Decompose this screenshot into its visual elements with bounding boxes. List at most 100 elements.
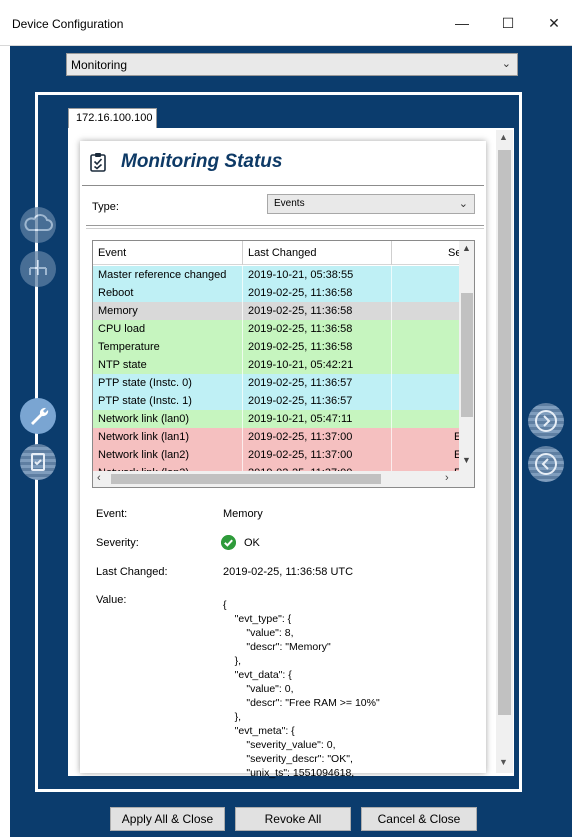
table-row[interactable]: Reboot 2019-02-25, 11:36:58 [93,284,459,302]
revoke-all-button[interactable]: Revoke All [235,807,351,831]
event-cell: Network link (lan1) [98,431,190,443]
table-row[interactable]: Network link (lan0) 2019-10-21, 05:47:11 [93,410,459,428]
network-icon[interactable] [20,251,56,287]
section-select[interactable]: Monitoring ⌄ [66,53,518,76]
cell-divider [242,410,243,428]
type-select[interactable]: Events ⌄ [267,194,475,214]
section-select-value: Monitoring [71,58,128,72]
cell-divider [391,266,392,284]
table-row[interactable]: Network link (lan2) 2019-02-25, 11:37:00 E [93,446,461,464]
table-row[interactable]: Master reference changed 2019-10-21, 05:3… [93,266,459,284]
cell-divider [391,374,392,392]
event-cell: Temperature [98,341,160,353]
last-changed-cell: 2019-02-25, 11:36:58 [248,323,353,335]
wrench-icon[interactable] [20,398,56,434]
event-cell: Network link (lan2) [98,449,190,461]
last-changed-label: Last Changed: [96,566,168,578]
page-title: Monitoring Status [121,151,283,172]
cell-divider [391,338,392,356]
cloud-icon[interactable] [20,207,56,243]
scrollbar-thumb[interactable] [111,474,381,484]
frame-divider [35,92,522,95]
frame-divider [519,92,522,792]
clipboard-check-icon [90,153,106,172]
event-cell: PTP state (Instc. 0) [98,377,192,389]
table-row[interactable]: PTP state (Instc. 0) 2019-02-25, 11:36:57 [93,374,459,392]
severity-label: Severity: [96,537,139,549]
value-label: Value: [96,594,127,606]
last-changed-cell: 2019-02-25, 11:36:57 [248,377,353,389]
cell-divider [391,302,392,320]
value-json: { "evt_type": { "value": 8, "descr": "Me… [223,599,380,779]
cell-divider [242,356,243,374]
table-row[interactable]: Temperature 2019-02-25, 11:36:58 [93,338,459,356]
last-changed-cell: 2019-02-25, 11:36:57 [248,395,353,407]
last-changed-cell: 2019-02-25, 11:36:58 [248,305,353,317]
type-label: Type: [92,201,119,213]
window-title: Device Configuration [12,17,124,31]
divider [86,225,484,226]
table-row[interactable]: PTP state (Instc. 1) 2019-02-25, 11:36:57 [93,392,459,410]
maximize-button[interactable]: ☐ [493,10,523,36]
title-divider [82,185,484,186]
scrollbar-thumb[interactable] [461,293,473,417]
back-icon[interactable] [528,446,564,482]
event-value: Memory [223,508,263,520]
column-divider[interactable] [391,241,392,265]
scroll-down-icon[interactable]: ▼ [462,455,471,465]
cancel-close-button[interactable]: Cancel & Close [361,807,477,831]
event-label: Event: [96,508,128,520]
last-changed-value: 2019-02-25, 11:36:58 UTC [223,566,354,578]
events-table[interactable]: Event Last Changed Se Master reference c… [92,240,475,488]
table-horizontal-scrollbar[interactable]: ‹ › [93,471,459,487]
tab-device[interactable]: 172.16.100.100 [68,108,157,129]
clipboard-icon[interactable] [20,444,56,480]
scrollbar-thumb[interactable] [498,150,511,715]
cell-divider [391,446,392,464]
tab-label: 172.16.100.100 [76,112,153,124]
type-select-value: Events [274,198,305,209]
scroll-down-icon[interactable]: ▼ [499,757,508,767]
column-header-last-changed[interactable]: Last Changed [248,247,317,259]
scroll-left-icon[interactable]: ‹ [97,472,101,484]
event-cell: Network link (lan0) [98,413,190,425]
severity-value: OK [244,537,260,549]
divider [86,228,484,229]
column-header-event[interactable]: Event [98,247,126,259]
cell-divider [391,410,392,428]
column-divider[interactable] [242,241,243,265]
scrollbar-corner [459,471,474,487]
cell-divider [391,284,392,302]
forward-icon[interactable] [528,403,564,439]
cell-divider [391,320,392,338]
close-button[interactable]: ✕ [539,10,569,36]
apply-all-close-button[interactable]: Apply All & Close [110,807,225,831]
panel-scrollbar[interactable]: ▲ ▼ [496,130,513,773]
table-vertical-scrollbar[interactable]: ▲ ▼ [459,241,474,471]
event-cell: Master reference changed [98,269,227,281]
event-cell: NTP state [98,359,147,371]
last-changed-cell: 2019-02-25, 11:36:58 [248,341,353,353]
last-changed-cell: 2019-10-21, 05:47:11 [248,413,353,425]
cell-divider [391,428,392,446]
table-header: Event Last Changed Se [93,241,461,265]
title-bar: Device Configuration — ☐ ✕ [0,0,572,46]
table-row[interactable]: Memory 2019-02-25, 11:36:58 [93,302,459,320]
table-row[interactable]: CPU load 2019-02-25, 11:36:58 [93,320,459,338]
scroll-up-icon[interactable]: ▲ [499,132,508,142]
last-changed-cell: 2019-02-25, 11:37:00 [248,431,353,443]
table-row[interactable]: NTP state 2019-10-21, 05:42:21 [93,356,459,374]
scroll-right-icon[interactable]: › [445,472,449,484]
cell-divider [242,302,243,320]
scroll-up-icon[interactable]: ▲ [462,243,471,253]
frame-divider [35,92,38,792]
table-row[interactable]: Network link (lan1) 2019-02-25, 11:37:00 E [93,428,461,446]
minimize-button[interactable]: — [447,10,477,36]
cell-divider [242,284,243,302]
cell-divider [242,266,243,284]
cell-divider [242,446,243,464]
cell-divider [391,356,392,374]
cell-divider [391,392,392,410]
event-cell: CPU load [98,323,146,335]
last-changed-cell: 2019-02-25, 11:36:58 [248,287,353,299]
